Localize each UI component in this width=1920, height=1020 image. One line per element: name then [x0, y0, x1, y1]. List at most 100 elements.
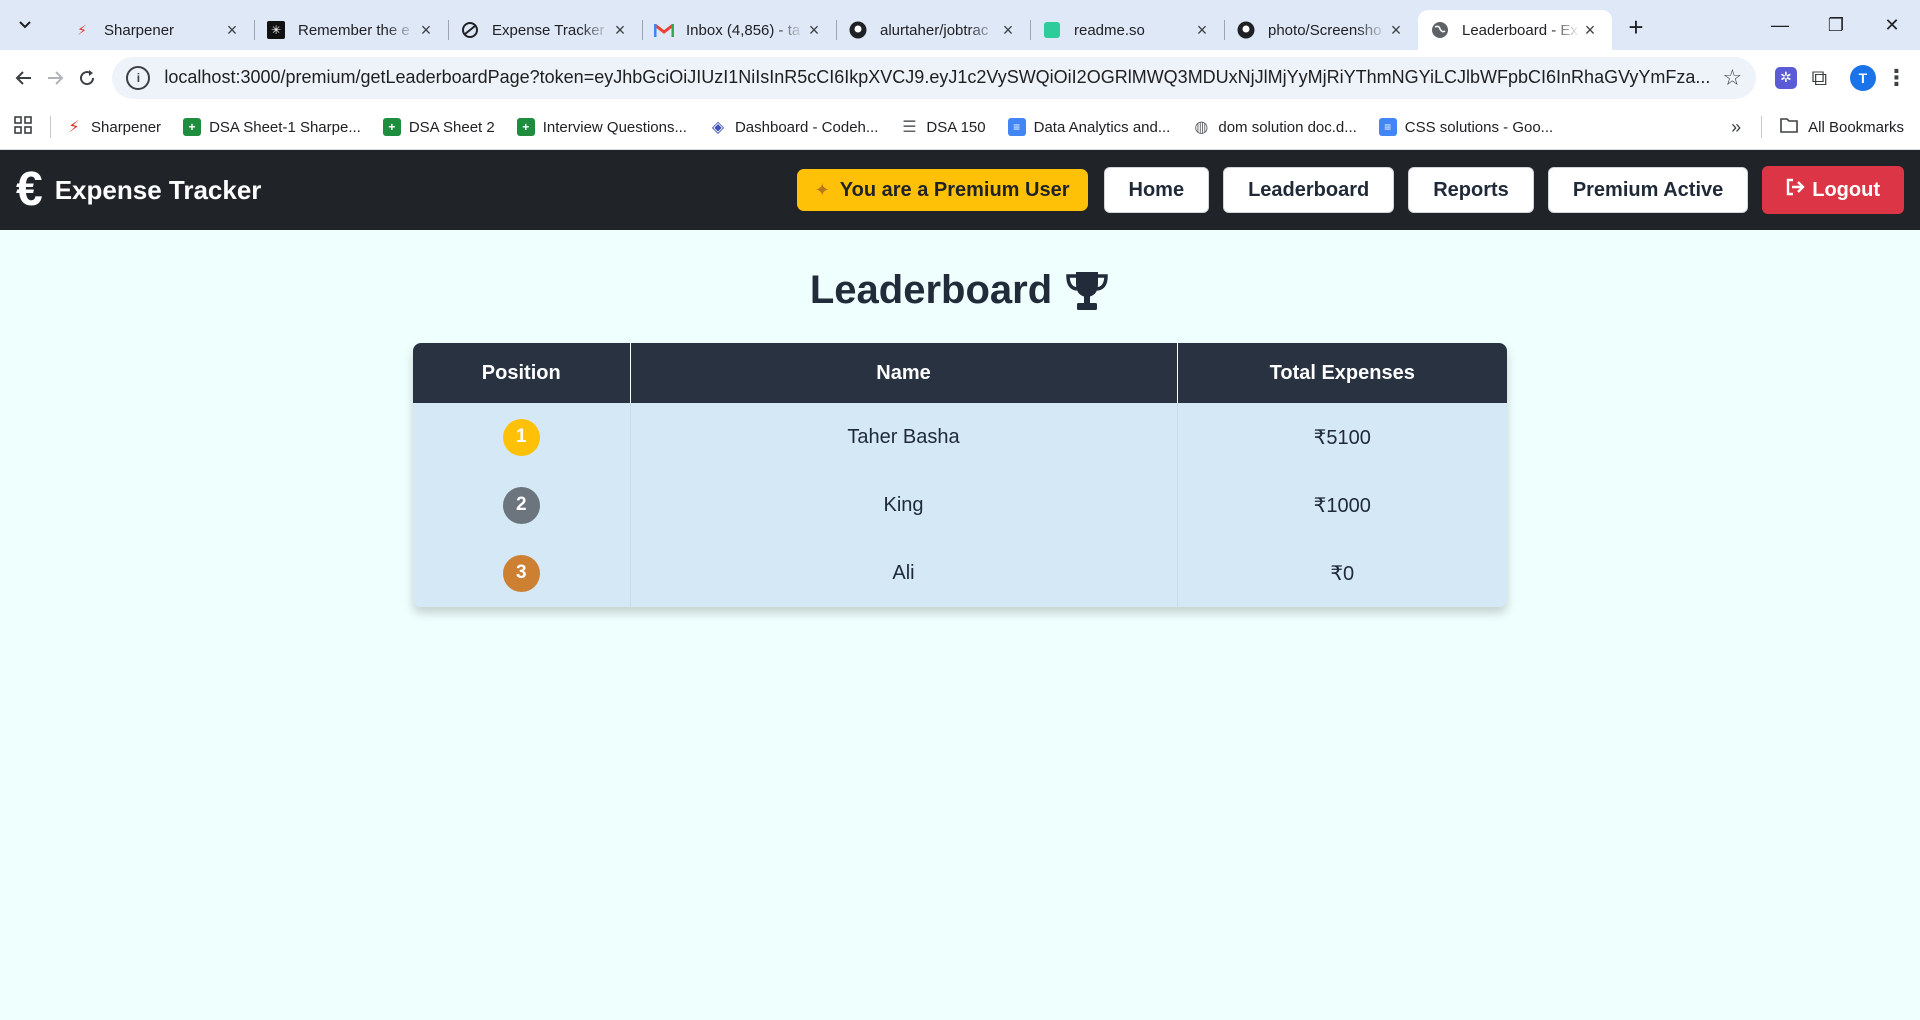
docs-icon: ≡	[1007, 118, 1026, 136]
bookmark-item[interactable]: + Interview Questions...	[516, 118, 687, 136]
browser-tab[interactable]: alurtaher/jobtrac ×	[836, 10, 1030, 50]
tab-label: photo/Screensho	[1268, 21, 1382, 39]
bookmark-item[interactable]: ◈ Dashboard - Codeh...	[709, 118, 879, 137]
logout-button[interactable]: Logout	[1762, 166, 1904, 214]
back-button[interactable]	[10, 58, 37, 98]
page-title-text: Leaderboard	[809, 268, 1053, 312]
bookmark-item[interactable]: ⚡ Sharpener	[65, 118, 161, 137]
browser-menu-button[interactable]: ⋮	[1883, 58, 1910, 98]
page-title: Leaderboard	[810, 268, 1110, 313]
extensions-menu-button[interactable]: ⧉	[1806, 58, 1833, 98]
table-header-row: Position Name Total Expenses	[413, 343, 1507, 403]
tab-label: readme.so	[1074, 21, 1145, 39]
browser-tab-active[interactable]: Leaderboard - Ex ×	[1418, 10, 1612, 50]
bookmark-label: DSA 150	[926, 118, 986, 136]
reload-button[interactable]	[73, 58, 100, 98]
sign-out-icon	[1786, 178, 1806, 202]
column-header-name: Name	[630, 343, 1178, 403]
bookmark-item[interactable]: ≡ CSS solutions - Goo...	[1378, 118, 1554, 136]
close-icon[interactable]: ×	[1192, 20, 1212, 41]
close-icon[interactable]: ×	[998, 20, 1018, 41]
leaderboard-button[interactable]: Leaderboard	[1223, 167, 1395, 213]
bookmark-item[interactable]: ☰ DSA 150	[900, 118, 986, 137]
forward-button[interactable]	[41, 58, 68, 98]
close-icon[interactable]: ×	[804, 20, 824, 41]
bookmark-star-icon[interactable]: ☆	[1722, 65, 1742, 91]
bookmark-label: dom solution doc.d...	[1218, 118, 1357, 136]
browser-tab[interactable]: ✳ Remember the e ×	[254, 10, 448, 50]
total-expenses-cell: ₹1000	[1177, 471, 1507, 539]
url-omnibox[interactable]: i localhost:3000/premium/getLeaderboardP…	[112, 56, 1757, 99]
reports-button[interactable]: Reports	[1408, 167, 1534, 213]
browser-tab-strip: ⚡ Sharpener × ✳ Remember the e × Expense…	[0, 0, 1920, 50]
tab-label: Sharpener	[104, 21, 175, 39]
all-bookmarks-link[interactable]: All Bookmarks	[1808, 119, 1904, 136]
browser-tab[interactable]: Expense Tracker ×	[448, 10, 642, 50]
browser-tab[interactable]: ⚡ Sharpener ×	[60, 10, 254, 50]
browser-tab[interactable]: readme.so ×	[1030, 10, 1224, 50]
column-header-total-expenses: Total Expenses	[1177, 343, 1507, 403]
tab-label: Remember the e	[298, 21, 410, 39]
tab-label: alurtaher/jobtrac	[880, 21, 989, 39]
sheets-icon: +	[382, 118, 401, 136]
total-expenses-cell: ₹0	[1177, 539, 1507, 607]
reload-icon	[79, 69, 94, 85]
bookmarks-bar-right: » All Bookmarks	[1731, 116, 1904, 138]
close-icon[interactable]: ×	[1580, 20, 1600, 41]
extension-button[interactable]: ✲	[1772, 58, 1799, 98]
app-navbar: € Expense Tracker ✦ You are a Premium Us…	[0, 150, 1920, 230]
chatgpt-icon	[460, 20, 480, 40]
new-tab-button[interactable]: +	[1618, 9, 1654, 45]
more-bookmarks-icon[interactable]: »	[1731, 117, 1741, 138]
close-icon[interactable]: ×	[416, 20, 436, 41]
name-cell: Ali	[630, 539, 1178, 607]
minimize-icon[interactable]: —	[1752, 0, 1808, 50]
rank-badge: 3	[502, 554, 540, 592]
table-row: 1 Taher Basha ₹5100	[413, 403, 1507, 471]
bookmark-item[interactable]: ◍ dom solution doc.d...	[1192, 118, 1357, 137]
rank-badge: 1	[502, 418, 540, 456]
extension-icon: ✲	[1774, 66, 1797, 89]
bookmark-label: CSS solutions - Goo...	[1404, 118, 1554, 136]
restore-icon[interactable]: ❐	[1808, 0, 1864, 50]
tab-label: Expense Tracker	[492, 21, 605, 39]
close-icon[interactable]: ×	[222, 20, 242, 41]
profile-button[interactable]: T	[1849, 58, 1876, 98]
apps-grid-icon[interactable]	[14, 115, 32, 139]
main-content: Leaderboard Position Name Total Expenses…	[0, 230, 1920, 607]
github-icon	[848, 20, 868, 40]
url-text[interactable]: localhost:3000/premium/getLeaderboardPag…	[164, 67, 1710, 88]
avatar: T	[1849, 64, 1876, 91]
browser-tab[interactable]: photo/Screensho ×	[1224, 10, 1418, 50]
brand[interactable]: € Expense Tracker	[16, 166, 261, 214]
site-info-icon[interactable]: i	[126, 65, 151, 90]
sharpener-icon: ⚡	[77, 21, 87, 38]
total-expenses-cell: ₹5100	[1177, 403, 1507, 471]
folder-icon	[1780, 117, 1798, 138]
column-header-position: Position	[413, 343, 631, 403]
close-icon[interactable]: ×	[610, 20, 630, 41]
globe-icon: ◍	[1194, 119, 1209, 136]
forward-arrow-icon	[48, 70, 64, 85]
window-controls: — ❐ ✕	[1752, 0, 1920, 50]
bookmark-item[interactable]: + DSA Sheet-1 Sharpe...	[183, 118, 361, 136]
browser-tab[interactable]: Inbox (4,856) - ta ×	[642, 10, 836, 50]
premium-user-badge: ✦ You are a Premium User	[796, 169, 1088, 211]
name-cell: Taher Basha	[630, 403, 1178, 471]
logout-label: Logout	[1812, 178, 1880, 201]
divider	[1761, 116, 1763, 138]
rank-badge: 2	[502, 486, 540, 524]
list-icon: ☰	[902, 119, 917, 136]
bookmark-item[interactable]: ≡ Data Analytics and...	[1007, 118, 1170, 136]
home-button[interactable]: Home	[1103, 167, 1210, 213]
bookmark-item[interactable]: + DSA Sheet 2	[382, 118, 495, 136]
bookmark-label: DSA Sheet 2	[408, 118, 495, 136]
sharpener-icon: ⚡	[68, 119, 80, 136]
readme-icon	[1042, 20, 1062, 40]
kebab-menu-icon: ⋮	[1885, 64, 1908, 90]
position-cell: 3	[413, 539, 631, 607]
close-icon[interactable]: ×	[1386, 20, 1406, 41]
tab-search-button[interactable]	[8, 8, 42, 42]
premium-active-button[interactable]: Premium Active	[1547, 167, 1749, 213]
close-window-icon[interactable]: ✕	[1864, 0, 1920, 50]
